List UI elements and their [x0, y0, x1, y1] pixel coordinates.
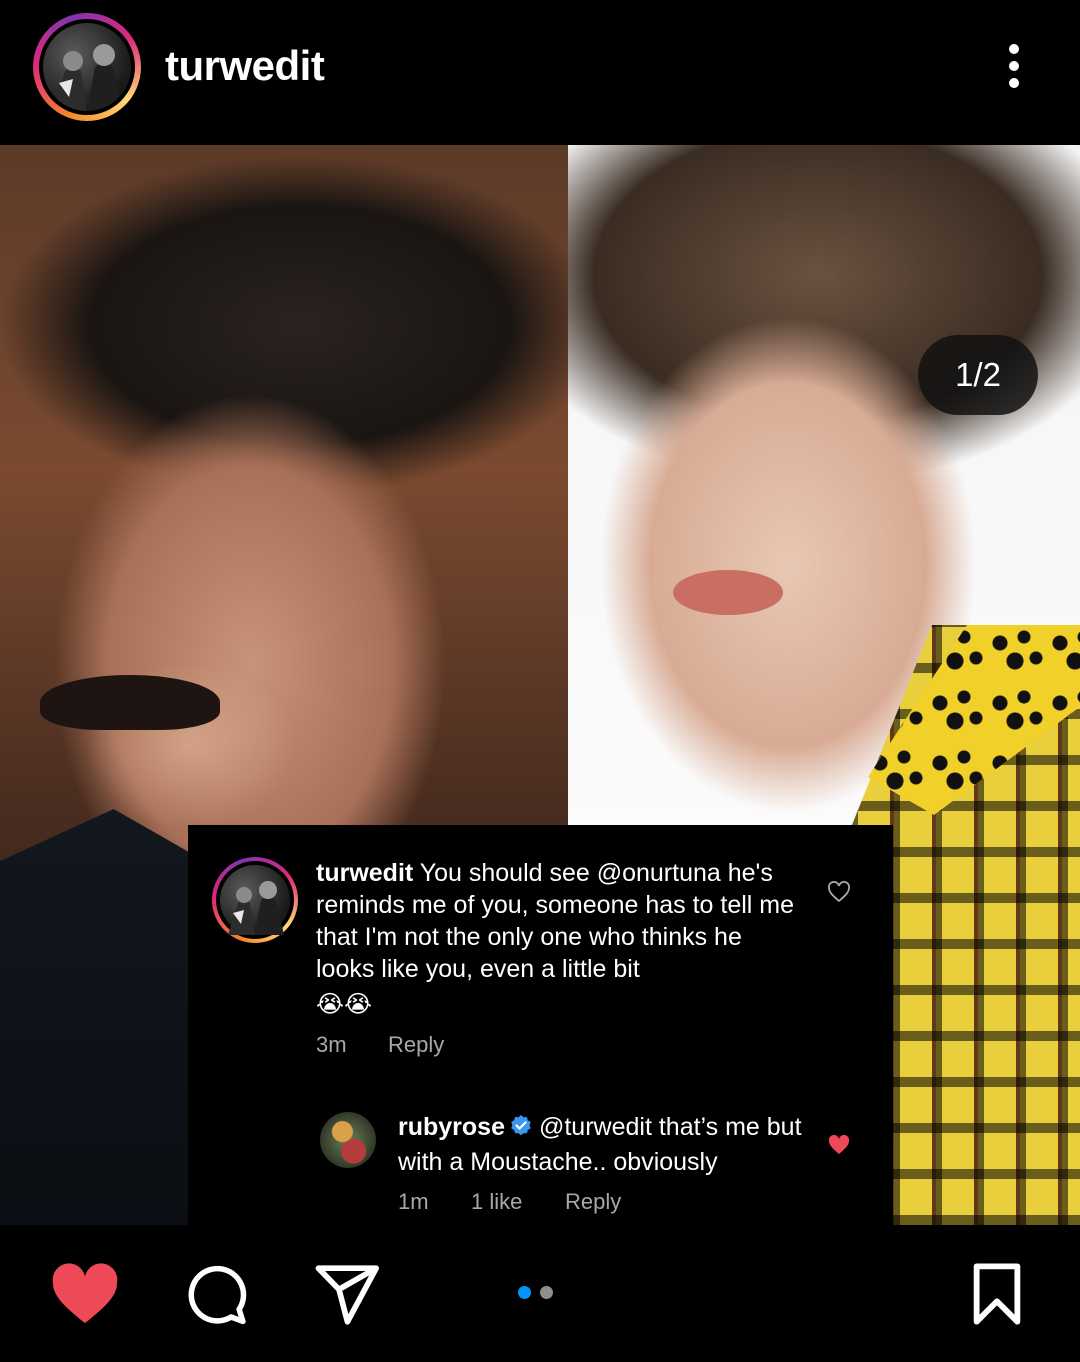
post-action-bar — [0, 1225, 1080, 1362]
header-username[interactable]: turwedit — [165, 42, 325, 90]
reply-likes-count[interactable]: 1 like — [471, 1189, 522, 1215]
heart-outline-icon[interactable] — [827, 881, 851, 908]
slide-counter: 1/2 — [918, 335, 1038, 415]
reply-time: 1m — [398, 1189, 429, 1214]
bookmark-icon[interactable] — [970, 1262, 1024, 1331]
comment-reply-button[interactable]: Reply — [388, 1032, 444, 1058]
reply-username[interactable]: rubyrose — [398, 1113, 505, 1141]
comment-screenshot-card: turwedit You should see @onurtuna he's r… — [188, 825, 893, 1225]
heart-icon[interactable] — [50, 1262, 120, 1331]
verified-badge-icon — [509, 1114, 533, 1146]
comment-icon[interactable] — [182, 1262, 250, 1333]
reply-avatar[interactable] — [320, 1112, 376, 1168]
comment-avatar[interactable] — [212, 857, 298, 943]
carousel-indicator — [518, 1286, 562, 1304]
more-vertical-icon[interactable] — [996, 40, 1032, 96]
reply-body: rubyrose @turwedit that’s me but with a M… — [398, 1111, 818, 1178]
profile-avatar[interactable] — [33, 13, 141, 121]
reply-reply-button[interactable]: Reply — [565, 1189, 621, 1215]
send-icon[interactable] — [314, 1264, 382, 1331]
comment-body: turwedit You should see @onurtuna he's r… — [316, 857, 796, 985]
comment-username[interactable]: turwedit — [316, 859, 413, 887]
comment-emoji: 😭😭 — [316, 991, 373, 1018]
heart-filled-icon[interactable] — [827, 1134, 851, 1161]
carousel-dot — [540, 1286, 553, 1299]
post-header: turwedit — [0, 0, 1080, 145]
comment-time: 3m — [316, 1032, 347, 1057]
carousel-dot-active — [518, 1286, 531, 1299]
post-media[interactable]: 1/2 turwedit You should see @onurtuna he… — [0, 145, 1080, 1225]
